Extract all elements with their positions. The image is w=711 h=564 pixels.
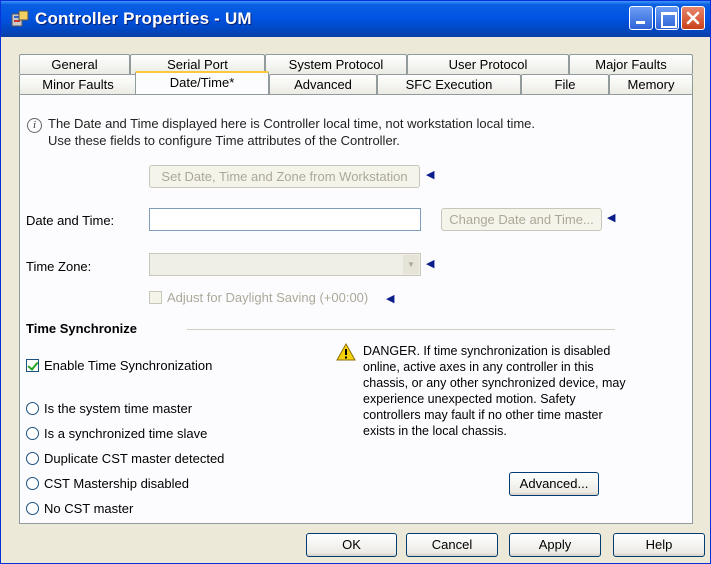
tab-advanced[interactable]: Advanced [269, 74, 377, 94]
arrow-left-icon: ◀ [426, 169, 435, 181]
close-button[interactable] [681, 6, 705, 30]
info-icon: i [27, 118, 42, 133]
ok-button[interactable]: OK [306, 533, 397, 557]
time-synchronize-title: Time Synchronize [26, 321, 138, 336]
radio-no-cst-master[interactable] [26, 502, 39, 515]
tab-major-faults[interactable]: Major Faults [569, 54, 693, 74]
apply-button[interactable]: Apply [509, 533, 601, 557]
arrow-left-icon: ◀ [607, 212, 616, 224]
daylight-saving-label: Adjust for Daylight Saving (+00:00) [167, 290, 369, 305]
enable-time-sync-checkbox[interactable] [26, 359, 39, 372]
radio-label: Is a synchronized time slave [44, 426, 208, 441]
radio-cst-mastership-disabled[interactable] [26, 477, 39, 490]
controller-app-icon [11, 10, 29, 27]
set-from-workstation-button[interactable]: Set Date, Time and Zone from Workstation [149, 165, 420, 188]
date-time-label: Date and Time: [26, 213, 115, 228]
maximize-button[interactable] [655, 6, 679, 30]
change-date-time-button[interactable]: Change Date and Time... [441, 208, 602, 231]
advanced-button[interactable]: Advanced... [509, 472, 599, 496]
time-zone-label: Time Zone: [26, 259, 92, 274]
arrow-left-icon: ◀ [426, 258, 435, 270]
tab-sfc-execution[interactable]: SFC Execution [377, 74, 521, 94]
title-bar[interactable]: Controller Properties - UM [1, 1, 710, 37]
radio-duplicate-cst-master[interactable] [26, 452, 39, 465]
help-button[interactable]: Help [613, 533, 705, 557]
tab-file[interactable]: File [521, 74, 609, 94]
tab-system-protocol[interactable]: System Protocol [265, 54, 407, 74]
controller-properties-window: Controller Properties - UM General Seria… [0, 0, 711, 564]
arrow-left-icon: ◀ [386, 293, 395, 305]
chevron-down-icon: ▼ [403, 255, 419, 274]
enable-time-sync-label: Enable Time Synchronization [44, 358, 213, 373]
minimize-button[interactable] [629, 6, 653, 30]
tab-minor-faults[interactable]: Minor Faults [19, 74, 137, 94]
date-time-input[interactable] [149, 208, 421, 231]
radio-label: Is the system time master [44, 401, 193, 416]
info-line-1: The Date and Time displayed here is Cont… [48, 116, 535, 131]
section-divider [187, 329, 615, 330]
cancel-button[interactable]: Cancel [406, 533, 498, 557]
radio-label: No CST master [44, 501, 134, 516]
radio-label: CST Mastership disabled [44, 476, 189, 491]
radio-system-time-master[interactable] [26, 402, 39, 415]
window-title: Controller Properties - UM [35, 9, 252, 28]
tab-general[interactable]: General [19, 54, 130, 74]
info-text: The Date and Time displayed here is Cont… [48, 115, 535, 149]
daylight-saving-checkbox[interactable] [149, 291, 162, 304]
tab-memory[interactable]: Memory [609, 74, 693, 94]
danger-message: DANGER. If time synchronization is disab… [363, 344, 626, 438]
warning-icon [336, 343, 356, 361]
tab-user-protocol[interactable]: User Protocol [407, 54, 569, 74]
radio-label: Duplicate CST master detected [44, 451, 225, 466]
tab-date-time[interactable]: Date/Time* [135, 71, 269, 94]
radio-synchronized-slave[interactable] [26, 427, 39, 440]
info-line-2: Use these fields to configure Time attri… [48, 133, 400, 148]
time-zone-select[interactable]: ▼ [149, 253, 421, 276]
close-icon [686, 11, 700, 25]
